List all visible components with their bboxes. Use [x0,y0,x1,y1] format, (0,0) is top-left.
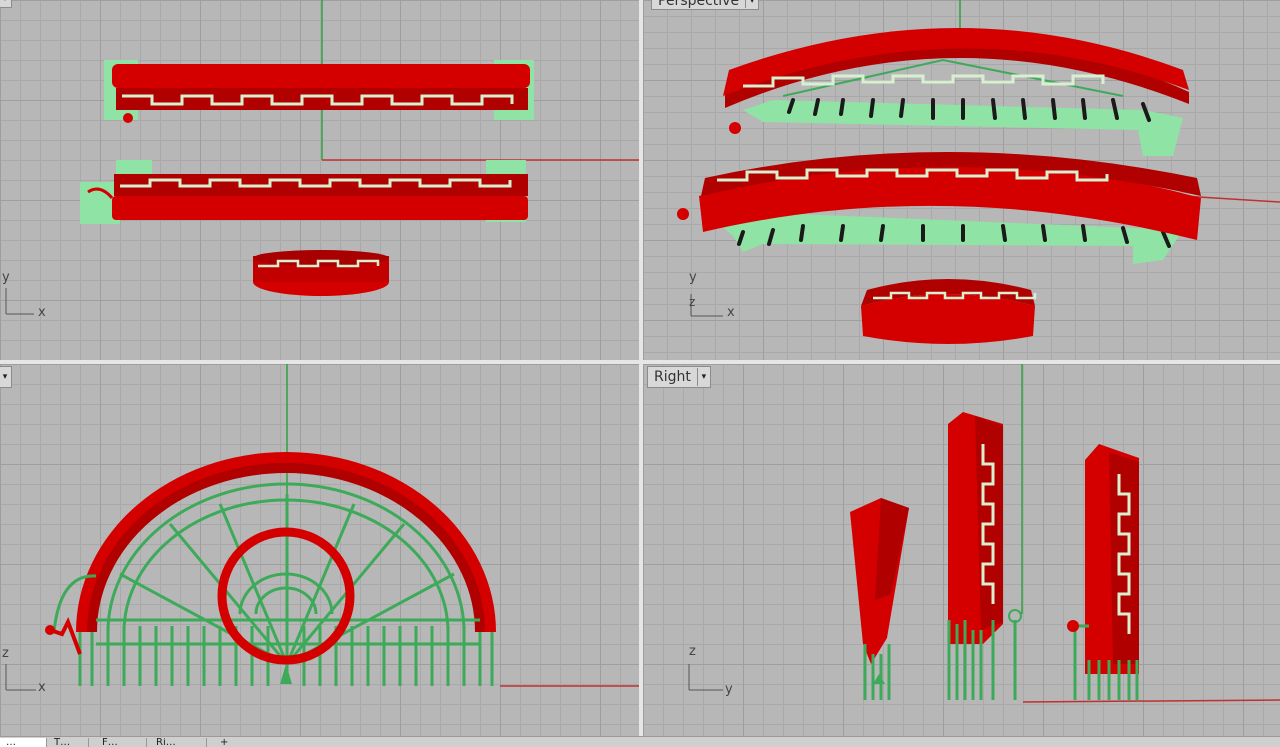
axis-label-x: x [727,305,735,320]
viewport-front-menu[interactable]: ▾ [0,366,12,388]
viewport-tab-bar: … T… F… Ri… + [0,736,1280,747]
axis-indicator [688,664,723,691]
right-view-canvas [688,364,1280,703]
viewport-perspective[interactable]: y z x Perspective ▾ [643,0,1280,360]
ring-section-1 [850,498,909,700]
axis-label-z: z [689,644,696,659]
ring-perspective-2 [677,152,1201,264]
viewport-top[interactable]: y x ▾ [0,0,639,360]
axis-label-z: z [2,646,9,661]
viewport-right[interactable]: z y Right ▾ [643,364,1280,736]
ring-section-3 [1067,444,1139,700]
ring-front-large [45,452,496,686]
axis-label-y: y [689,270,697,285]
viewport-front[interactable]: z x ▾ [0,364,639,736]
chevron-down-icon[interactable]: ▾ [745,0,758,8]
axis-indicator [690,294,723,317]
chevron-down-icon[interactable]: ▾ [0,0,11,6]
viewport-title: Right [654,369,691,385]
front-view-canvas [5,364,639,691]
ring-perspective-1 [723,28,1189,156]
ring-band-top-1 [104,60,534,123]
axis-indicator [5,664,36,691]
axis-label-x: x [38,680,46,695]
y-axis-line [1022,699,1280,703]
axis-indicator [5,288,34,315]
viewport-perspective-label[interactable]: Perspective ▾ [651,0,760,10]
perspective-view-canvas [677,0,1280,344]
chevron-down-icon[interactable]: ▾ [0,368,11,386]
viewport-right-label[interactable]: Right ▾ [647,366,711,388]
axis-label-y: y [725,682,733,697]
viewport-top-menu[interactable]: ▾ [0,0,12,8]
ring-section-2 [947,412,1022,700]
axis-label-x: x [38,305,46,320]
ring-band-top-3 [253,250,389,296]
axis-label-y: y [2,270,10,285]
axis-label-z: z [689,295,696,309]
ring-perspective-3 [861,279,1037,344]
viewport-title: Perspective [658,0,740,9]
chevron-down-icon[interactable]: ▾ [696,368,710,386]
viewport-splitter-horizontal[interactable] [0,360,1280,364]
top-view-canvas [5,0,639,315]
viewport-splitter-vertical[interactable] [639,0,643,736]
ring-band-top-2 [80,160,528,224]
